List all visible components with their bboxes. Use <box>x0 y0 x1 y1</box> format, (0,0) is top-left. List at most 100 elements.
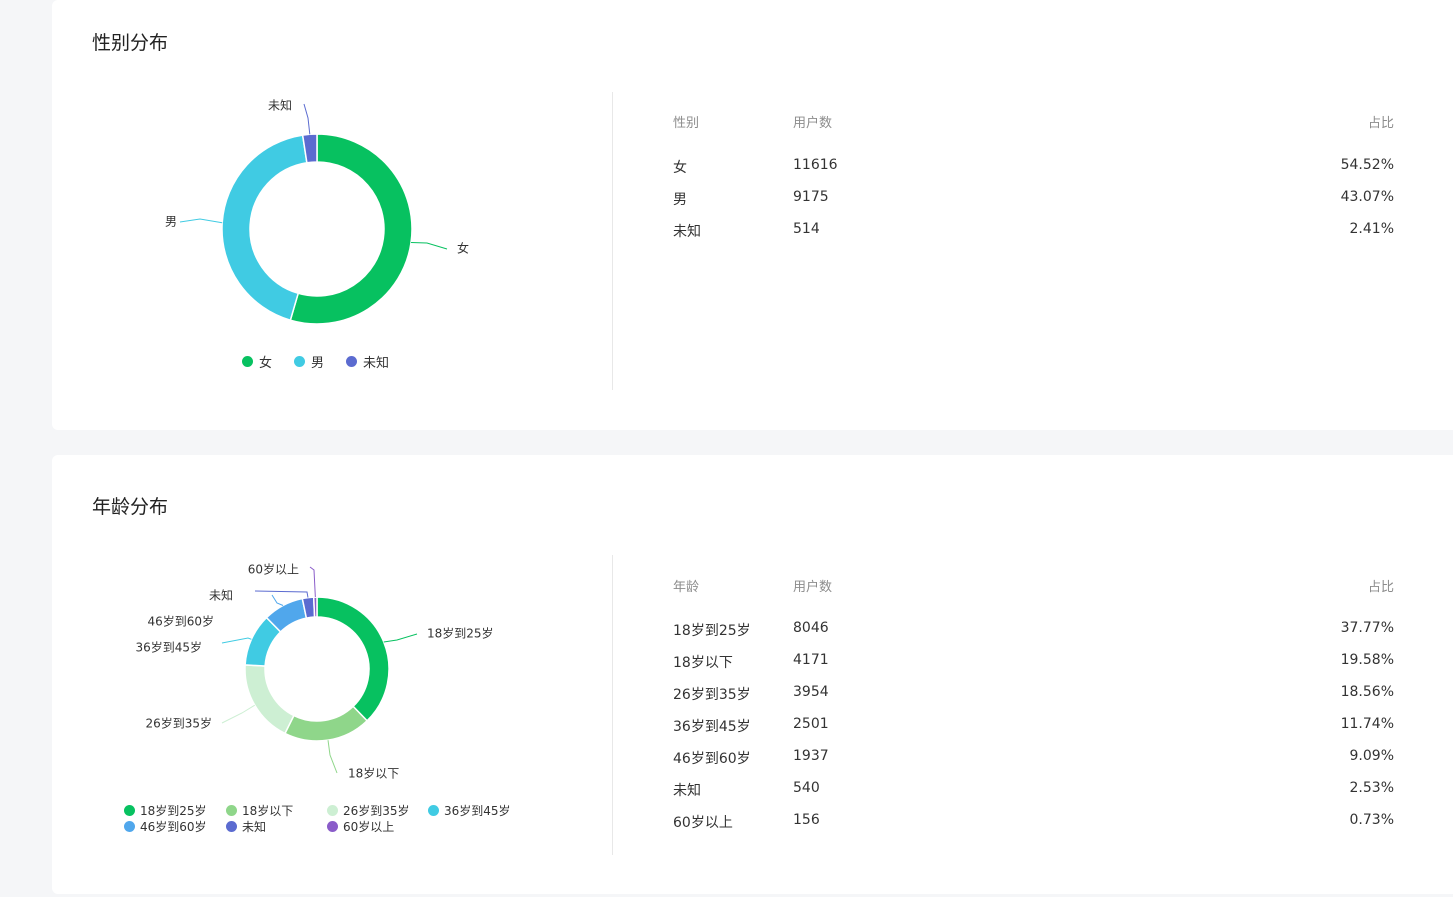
leader-line-1 <box>327 740 338 774</box>
donut-slice-2[interactable] <box>244 664 295 735</box>
legend-dot-icon <box>294 356 305 367</box>
legend-label: 女 <box>259 356 273 371</box>
legend-dot-icon <box>124 821 135 832</box>
row-count: 2501 <box>793 716 829 732</box>
row-pct: 37.77% <box>1340 620 1394 636</box>
row-count: 8046 <box>793 620 829 636</box>
row-pct: 19.58% <box>1340 652 1394 668</box>
slice-label-6: 60岁以上 <box>248 562 299 577</box>
age-header-pct: 占比 <box>1367 580 1394 595</box>
donut-slice-6[interactable] <box>312 596 318 618</box>
slice-label-1: 男 <box>165 215 177 229</box>
row-label: 男 <box>673 192 687 208</box>
slice-label-2: 未知 <box>268 99 292 113</box>
legend-item-5[interactable]: 未知 <box>226 818 266 835</box>
legend-dot-icon <box>327 821 338 832</box>
legend-item-0[interactable]: 女 <box>242 352 272 371</box>
row-label: 未知 <box>673 224 701 240</box>
leader-line-0 <box>411 241 448 250</box>
legend-label: 36岁到45岁 <box>444 804 511 818</box>
row-label: 60岁以上 <box>673 815 733 831</box>
table-row: 未知 514 2.41% <box>673 221 1394 245</box>
legend-item-0[interactable]: 18岁到25岁 <box>124 802 207 819</box>
table-row: 36岁到45岁 2501 11.74% <box>673 716 1394 740</box>
row-pct: 0.73% <box>1349 812 1394 828</box>
legend-dot-icon <box>428 805 439 816</box>
row-label: 36岁到45岁 <box>673 719 751 735</box>
legend-item-3[interactable]: 36岁到45岁 <box>428 802 511 819</box>
legend-label: 未知 <box>363 356 390 371</box>
row-count: 11616 <box>793 157 838 173</box>
row-label: 18岁到25岁 <box>673 623 751 639</box>
age-header-label: 年龄 <box>673 580 700 595</box>
row-pct: 2.53% <box>1349 780 1394 796</box>
gender-card: 性别分布 女男未知 女男未知 性别 用户数 占比 女 11616 54.52% … <box>52 0 1453 430</box>
gender-header-label: 性别 <box>673 116 700 131</box>
row-count: 514 <box>793 221 820 237</box>
row-label: 46岁到60岁 <box>673 751 751 767</box>
legend-item-2[interactable]: 未知 <box>346 352 389 371</box>
leader-line-2 <box>303 103 311 135</box>
legend-label: 60岁以上 <box>343 820 395 834</box>
leader-line-2 <box>221 704 256 724</box>
row-count: 540 <box>793 780 820 796</box>
slice-label-4: 46岁到60岁 <box>147 614 214 629</box>
row-pct: 18.56% <box>1340 684 1394 700</box>
legend-label: 未知 <box>242 820 267 834</box>
gender-divider <box>612 92 613 390</box>
table-row: 60岁以上 156 0.73% <box>673 812 1394 836</box>
donut-slice-0[interactable] <box>316 596 390 722</box>
legend-label: 18岁以下 <box>242 804 294 818</box>
row-count: 4171 <box>793 652 829 668</box>
row-pct: 54.52% <box>1340 157 1394 173</box>
row-pct: 9.09% <box>1349 748 1394 764</box>
legend-dot-icon <box>346 356 357 367</box>
row-pct: 11.74% <box>1340 716 1394 732</box>
leader-line-1 <box>179 218 223 224</box>
slice-label-2: 26岁到35岁 <box>145 716 212 731</box>
row-label: 18岁以下 <box>673 655 733 671</box>
row-pct: 2.41% <box>1349 221 1394 237</box>
row-count: 9175 <box>793 189 829 205</box>
leader-line-0 <box>383 633 418 643</box>
slice-label-0: 18岁到25岁 <box>427 626 494 641</box>
table-row: 18岁以下 4171 19.58% <box>673 652 1394 676</box>
legend-dot-icon <box>327 805 338 816</box>
legend-item-2[interactable]: 26岁到35岁 <box>327 802 410 819</box>
leader-line-3 <box>221 637 252 644</box>
row-label: 26岁到35岁 <box>673 687 751 703</box>
legend-dot-icon <box>226 805 237 816</box>
legend-item-1[interactable]: 18岁以下 <box>226 802 293 819</box>
table-row: 26岁到35岁 3954 18.56% <box>673 684 1394 708</box>
gender-donut-chart: 女 男 未知 <box>165 99 469 325</box>
legend-label: 46岁到60岁 <box>140 820 207 834</box>
gender-header-count: 用户数 <box>793 116 833 131</box>
row-label: 女 <box>673 160 687 176</box>
row-pct: 43.07% <box>1340 189 1394 205</box>
slice-label-5: 未知 <box>209 589 233 603</box>
legend-dot-icon <box>226 821 237 832</box>
legend-item-4[interactable]: 46岁到60岁 <box>124 818 207 835</box>
slice-label-0: 女 <box>457 241 469 256</box>
age-card: 年龄分布 18岁到25岁 18岁以下 26岁到35岁 36岁到45岁 46岁到60岁 未知… <box>52 455 1453 894</box>
donut-slice-1[interactable] <box>221 134 308 322</box>
leader-line-4 <box>271 594 284 606</box>
table-row: 女 11616 54.52% <box>673 157 1394 181</box>
age-divider <box>612 555 613 855</box>
table-row: 男 9175 43.07% <box>673 189 1394 213</box>
legend-dot-icon <box>242 356 253 367</box>
row-count: 3954 <box>793 684 829 700</box>
legend-label: 26岁到35岁 <box>343 804 410 818</box>
table-row: 18岁到25岁 8046 37.77% <box>673 620 1394 644</box>
slice-label-3: 36岁到45岁 <box>135 640 202 655</box>
age-header-count: 用户数 <box>793 580 833 595</box>
legend-label: 18岁到25岁 <box>140 804 207 818</box>
legend-item-1[interactable]: 男 <box>294 352 324 371</box>
row-label: 未知 <box>673 783 701 799</box>
donut-slice-1[interactable] <box>283 705 369 742</box>
table-row: 46岁到60岁 1937 9.09% <box>673 748 1394 772</box>
row-count: 1937 <box>793 748 829 764</box>
gender-header-pct: 占比 <box>1367 116 1394 131</box>
legend-item-6[interactable]: 60岁以上 <box>327 818 394 835</box>
slice-label-1: 18岁以下 <box>348 766 399 781</box>
